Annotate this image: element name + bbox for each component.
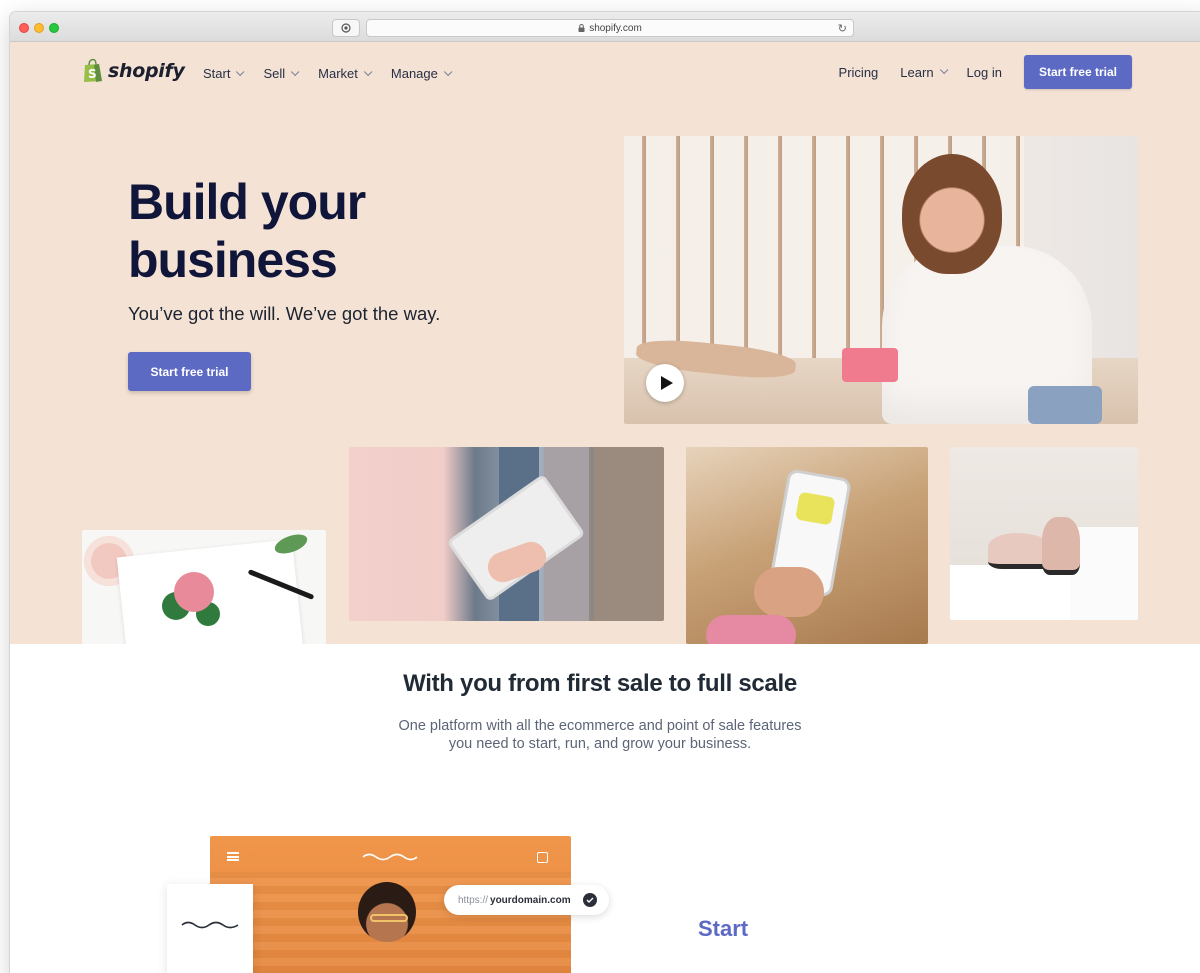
features-description-line-2: you need to start, run, and grow your bu… bbox=[448, 736, 752, 752]
close-window-button[interactable] bbox=[19, 23, 29, 33]
hero-subtitle: You’ve got the will. We’ve got the way. bbox=[128, 303, 441, 324]
mobile-preview-card bbox=[167, 884, 253, 973]
flower-drawing bbox=[174, 572, 214, 612]
features-description: One platform with all the ecommerce and … bbox=[360, 717, 840, 753]
nav-sell[interactable]: Sell bbox=[263, 66, 300, 81]
nav-learn-label: Learn bbox=[900, 64, 934, 80]
sunglasses-image bbox=[370, 914, 408, 922]
wave-logo-icon bbox=[181, 921, 239, 929]
page: S shopify Start Sell Market Manage Prici… bbox=[10, 42, 1200, 973]
tablet-photo bbox=[349, 447, 664, 621]
zoom-window-button[interactable] bbox=[49, 23, 59, 33]
nav-market-label: Market bbox=[318, 66, 358, 81]
hand-image bbox=[754, 567, 824, 617]
hero-section: S shopify Start Sell Market Manage Prici… bbox=[10, 42, 1200, 644]
hero-title-line-1: Build your bbox=[128, 174, 366, 230]
nav-manage[interactable]: Manage bbox=[390, 66, 453, 81]
shield-icon bbox=[341, 23, 351, 33]
svg-text:S: S bbox=[88, 67, 97, 81]
sleeve-image bbox=[706, 615, 796, 644]
primary-nav: Start Sell Market Manage bbox=[203, 66, 453, 81]
logo-wordmark: shopify bbox=[108, 59, 185, 82]
address-bar-url: shopify.com bbox=[589, 22, 642, 34]
hero-title-line-2: business bbox=[128, 232, 338, 288]
start-heading: Start bbox=[698, 916, 749, 941]
nav-learn[interactable]: Learn bbox=[900, 64, 948, 80]
nav-sell-label: Sell bbox=[263, 66, 286, 81]
browser-titlebar: shopify.com ↻ bbox=[10, 12, 1200, 42]
chevron-down-icon bbox=[939, 65, 948, 75]
chevron-down-icon bbox=[236, 67, 245, 76]
browser-window: shopify.com ↻ S shopify Start Sell Marke… bbox=[10, 12, 1200, 973]
address-bar[interactable]: shopify.com ↻ bbox=[366, 19, 854, 37]
nav-start[interactable]: Start bbox=[203, 66, 245, 81]
nav-manage-label: Manage bbox=[390, 66, 438, 81]
lock-icon bbox=[578, 24, 585, 32]
play-icon bbox=[660, 376, 673, 390]
reload-icon[interactable]: ↻ bbox=[838, 22, 847, 35]
login-link[interactable]: Log in bbox=[967, 65, 1002, 80]
features-title: With you from first sale to full scale bbox=[403, 670, 797, 697]
secondary-nav: Pricing Learn Log in Start free trial bbox=[839, 55, 1132, 89]
menu-icon bbox=[227, 852, 239, 861]
shoe-image bbox=[1042, 517, 1080, 575]
nav-start-label: Start bbox=[203, 66, 231, 81]
shirt-product-image bbox=[795, 491, 836, 526]
nav-market[interactable]: Market bbox=[318, 66, 373, 81]
features-description-line-1: One platform with all the ecommerce and … bbox=[398, 718, 802, 734]
clothing-rack-item bbox=[594, 447, 664, 621]
start-free-trial-nav-button[interactable]: Start free trial bbox=[1023, 55, 1132, 89]
minimize-window-button[interactable] bbox=[34, 23, 44, 33]
model-portrait bbox=[358, 882, 416, 942]
chevron-down-icon bbox=[291, 67, 300, 76]
chevron-down-icon bbox=[443, 67, 453, 76]
wave-logo-icon bbox=[362, 853, 418, 861]
shopify-logo[interactable]: S shopify bbox=[82, 58, 185, 83]
shoes-photo bbox=[950, 447, 1138, 620]
chevron-down-icon bbox=[363, 67, 373, 76]
bag-icon bbox=[537, 852, 548, 863]
phone-photo bbox=[686, 447, 928, 644]
hero-video-thumbnail[interactable] bbox=[624, 136, 1138, 424]
check-circle-icon bbox=[582, 893, 597, 907]
domain-name: yourdomain.com bbox=[490, 894, 571, 906]
pink-tool bbox=[842, 348, 898, 382]
privacy-shield-button[interactable] bbox=[332, 19, 360, 37]
play-video-button[interactable] bbox=[646, 364, 684, 402]
notebook-photo bbox=[82, 530, 326, 644]
domain-pill: https:// yourdomain.com bbox=[444, 885, 609, 915]
shopping-bag-icon: S bbox=[84, 58, 102, 82]
start-free-trial-hero-button[interactable]: Start free trial bbox=[128, 352, 251, 391]
hero-title: Build your business bbox=[128, 173, 366, 289]
nav-pricing[interactable]: Pricing bbox=[839, 65, 879, 80]
artisan-jeans bbox=[1028, 386, 1102, 424]
domain-prefix: https:// bbox=[458, 894, 489, 906]
artisan-head bbox=[902, 154, 1002, 274]
